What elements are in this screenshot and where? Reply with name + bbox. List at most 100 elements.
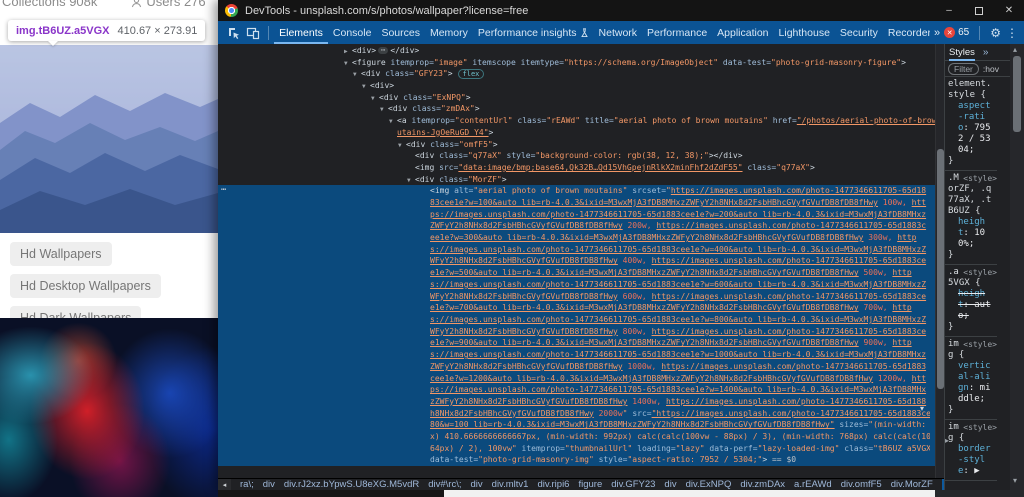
breadcrumb-item[interactable]: div.MorZF xyxy=(891,479,933,490)
code-line[interactable]: ▶<div>⋯</div> xyxy=(218,45,935,57)
breadcrumb-item[interactable]: div#\rc\; xyxy=(428,479,461,490)
style-declaration[interactable]: height: auto; xyxy=(948,289,995,322)
photo-thumbnail-ink[interactable] xyxy=(0,318,218,497)
close-button[interactable]: ✕ xyxy=(994,0,1024,21)
code-line[interactable]: ▼<div class="GFY23">flex xyxy=(218,68,935,80)
breadcrumb-item[interactable]: figure xyxy=(578,479,602,490)
devtools-tab-recorder[interactable]: Recorder xyxy=(883,21,930,44)
style-declaration[interactable]: vertical-align: middle; xyxy=(948,361,995,405)
scroll-down-icon[interactable]: ▾ xyxy=(1013,476,1017,485)
unsplash-page: Collections 908k Users 276 img.tB6U xyxy=(0,0,218,497)
style-rule[interactable]: <style>.a5VGX {height: auto;} xyxy=(945,265,997,337)
devtools-tab-performance[interactable]: Performance xyxy=(642,21,712,44)
code-line[interactable]: 80&w=100_lib=rb-4.0.3&ixid=M3wxMjA3fDB8M… xyxy=(430,419,930,431)
style-source-link[interactable]: <style> xyxy=(963,339,997,350)
devtools-tab-memory[interactable]: Memory xyxy=(425,21,473,44)
code-line[interactable]: <div class="q77aX" style="background-col… xyxy=(218,150,935,162)
styles-filter-input[interactable]: Filter xyxy=(948,63,979,75)
devtools-titlebar[interactable]: DevTools - unsplash.com/s/photos/wallpap… xyxy=(218,0,1024,21)
code-line[interactable]: utains-JgOeRuGD_Y4"> xyxy=(218,127,935,139)
srcset-descriptor: 1200w, xyxy=(873,374,912,383)
scroll-up-icon[interactable]: ▴ xyxy=(1013,45,1017,54)
chip-hd-wallpapers[interactable]: Hd Wallpapers xyxy=(10,242,112,266)
code-token: <div xyxy=(379,93,398,102)
breadcrumb-item[interactable]: div.mltv1 xyxy=(492,479,529,490)
style-source-link[interactable]: <style> xyxy=(963,267,997,278)
devtools-tab-elements[interactable]: Elements xyxy=(274,21,328,44)
code-line[interactable]: x) 410.6666666666667px, (min-width: 992p… xyxy=(430,431,930,443)
style-rule[interactable]: <style>.MorZF, .q77aX, .tB6UZ {height: 1… xyxy=(945,171,997,265)
tab-styles[interactable]: Styles xyxy=(949,44,975,61)
breadcrumb-item[interactable]: div.zmDAx xyxy=(740,479,785,490)
code-line[interactable]: h8NHx8d2FsbHBhcGVyfGVufDB8fDB8fHwy 2000w… xyxy=(430,408,930,420)
style-rule[interactable]: element.style {aspect-ratio: 7952 / 5304… xyxy=(945,77,997,171)
code-line[interactable]: <img src="data:image/bmp;base64,Qk32B…Qd… xyxy=(218,162,935,174)
toggle-hover-state[interactable]: :hov xyxy=(983,64,999,74)
flask-icon xyxy=(580,28,589,38)
code-line[interactable]: data-test="photo-grid-masonry-img" style… xyxy=(430,454,930,466)
more-actions-icon[interactable]: ⋯ xyxy=(221,185,227,197)
breadcrumb-item[interactable]: div.ExNPQ xyxy=(686,479,732,490)
rule-close-brace: } xyxy=(948,250,995,261)
kebab-menu-icon[interactable]: ⋮ xyxy=(1006,26,1018,40)
styles-scrollbar[interactable]: ▴ ▾ xyxy=(1010,44,1024,490)
code-line[interactable]: ▼<div class="MorZF"> xyxy=(218,174,935,186)
inspect-cursor-icon[interactable] xyxy=(226,25,242,41)
devtools-tab-network[interactable]: Network xyxy=(594,21,643,44)
breadcrumb-item[interactable]: div.rJ2xz.bYpwS.U8eXG.M5vdR xyxy=(284,479,419,490)
tab-label: Recorder xyxy=(888,27,930,39)
code-line[interactable]: ▼<div> xyxy=(218,80,935,92)
styles-scrollbar-thumb[interactable] xyxy=(1013,56,1021,132)
code-line[interactable]: 64px) / 2), 100vw" itemprop="thumbnailUr… xyxy=(430,443,930,455)
elements-tree-panel[interactable]: ▶<div>⋯</div>▼<figure itemprop="image" i… xyxy=(218,44,935,478)
breadcrumb-item[interactable]: div xyxy=(664,479,676,490)
breadcrumb-item[interactable]: div xyxy=(471,479,483,490)
users-count[interactable]: Users 276 xyxy=(146,0,205,9)
scroll-right-icon[interactable]: ▸ xyxy=(945,436,949,445)
style-declaration[interactable]: aspect-ratio: 7952 / 5304; xyxy=(948,101,995,156)
devtools-tab-application[interactable]: Application xyxy=(712,21,773,44)
minimize-button[interactable]: – xyxy=(934,0,964,21)
chip-hd-desktop-wallpapers[interactable]: Hd Desktop Wallpapers xyxy=(10,274,161,298)
breadcrumb-item[interactable]: div xyxy=(263,479,275,490)
devtools-tab-performance-insights[interactable]: Performance insights xyxy=(473,21,594,44)
settings-gear-icon[interactable]: ⚙ xyxy=(990,26,1001,40)
more-tabs-icon[interactable]: » xyxy=(930,27,944,39)
scroll-down-icon[interactable]: ▾ xyxy=(920,404,924,413)
error-badge[interactable]: ✕ 65 xyxy=(944,27,969,38)
selected-element[interactable]: ⋯ <img alt="aerial photo of brown moutai… xyxy=(218,185,935,466)
breadcrumb-item[interactable]: div.ripi6 xyxy=(537,479,569,490)
srcset-descriptor: 100w, xyxy=(878,198,912,207)
code-line[interactable]: ▼<div class="omfF5"> xyxy=(218,139,935,151)
breadcrumb-item[interactable]: a.rEAWd xyxy=(794,479,832,490)
code-line[interactable]: ▼<div class="zmDAx"> xyxy=(218,103,935,115)
style-source-link[interactable]: <style> xyxy=(963,422,997,433)
breadcrumb-item[interactable]: div.GFY23 xyxy=(611,479,655,490)
style-source-link[interactable]: <style> xyxy=(963,173,997,184)
device-toolbar-icon[interactable] xyxy=(246,25,262,41)
devtools-tab-lighthouse[interactable]: Lighthouse xyxy=(774,21,835,44)
style-declaration[interactable]: border-style: ▶ xyxy=(948,444,995,477)
devtools-tab-console[interactable]: Console xyxy=(328,21,377,44)
style-rule[interactable]: <style>img {vertical-align: middle;} xyxy=(945,337,997,420)
code-line[interactable]: ▼<figure itemprop="image" itemscope item… xyxy=(218,57,935,69)
breadcrumb-scroll-left-icon[interactable]: ◂ xyxy=(218,479,231,491)
style-declaration[interactable]: height: 100%; xyxy=(948,217,995,250)
collections-count[interactable]: Collections 908k xyxy=(2,0,97,9)
code-line[interactable]: ▼<div class="ExNPQ"> xyxy=(218,92,935,104)
code-token: src= xyxy=(628,409,652,418)
breadcrumb-item[interactable]: div.omfF5 xyxy=(841,479,882,490)
maximize-button[interactable] xyxy=(964,0,994,21)
code-token: itemprop= xyxy=(517,444,565,453)
search-result-tabs[interactable]: Collections 908k Users 276 xyxy=(2,0,206,9)
style-rule[interactable]: <style>img {border-style: ▶ xyxy=(945,420,997,481)
elements-scrollbar[interactable] xyxy=(935,44,944,478)
srcset-descriptor: 400w, xyxy=(618,256,652,265)
devtools-tab-security[interactable]: Security xyxy=(835,21,883,44)
devtools-tab-sources[interactable]: Sources xyxy=(376,21,425,44)
code-token: ▼ xyxy=(389,116,397,127)
breadcrumb-item[interactable]: ra\; xyxy=(240,479,254,490)
code-line[interactable]: ▼<a itemprop="contentUrl" class="rEAWd" … xyxy=(218,115,935,127)
sidebar-more-tabs-icon[interactable]: » xyxy=(983,47,989,58)
elements-scrollbar-thumb[interactable] xyxy=(937,149,944,389)
